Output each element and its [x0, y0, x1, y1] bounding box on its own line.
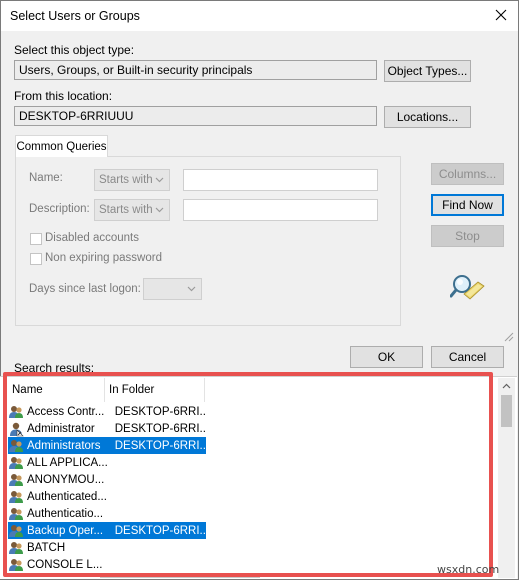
- cancel-button[interactable]: Cancel: [431, 346, 504, 368]
- result-name: ANONYMOU...: [27, 473, 105, 486]
- name-match-value: Starts with: [99, 174, 153, 186]
- result-folder: DESKTOP-6RRI...: [114, 405, 206, 418]
- group-icon: [8, 506, 24, 522]
- result-folder: DESKTOP-6RRI...: [114, 422, 206, 435]
- days-since-logon-label: Days since last logon:: [29, 283, 141, 295]
- user-icon: [8, 421, 24, 437]
- result-name: Administrator: [27, 422, 95, 435]
- disabled-accounts-label: Disabled accounts: [45, 232, 139, 244]
- non-expiring-label: Non expiring password: [45, 252, 162, 264]
- scroll-up-icon[interactable]: [502, 383, 511, 389]
- resize-grip-icon[interactable]: [502, 330, 514, 342]
- object-type-label: Select this object type:: [14, 43, 135, 57]
- result-folder: DESKTOP-6RRI...: [114, 439, 206, 452]
- non-expiring-checkbox[interactable]: [30, 253, 42, 265]
- columns-button[interactable]: Columns...: [431, 163, 504, 185]
- close-icon: [495, 9, 507, 21]
- group-icon: [8, 404, 24, 420]
- location-label: From this location:: [14, 89, 113, 103]
- result-name: Authenticatio...: [27, 507, 104, 520]
- result-folder: DESKTOP-6RRI...: [114, 524, 206, 537]
- group-icon: [8, 438, 24, 454]
- column-header-in-folder[interactable]: In Folder: [105, 378, 205, 402]
- scrollbar-thumb[interactable]: [501, 395, 512, 427]
- name-input[interactable]: [183, 169, 378, 191]
- description-match-value: Starts with: [99, 204, 153, 216]
- description-label: Description:: [29, 203, 90, 215]
- group-icon: [8, 540, 24, 556]
- chevron-down-icon: [155, 207, 164, 213]
- result-row[interactable]: Administrator DESKTOP-6RRI...: [8, 420, 206, 437]
- horizontal-scrollbar-thumb[interactable]: [100, 576, 260, 578]
- result-row[interactable]: Authenticatio...: [8, 505, 206, 522]
- search-results-label: Search results:: [14, 361, 95, 375]
- description-match-dropdown[interactable]: Starts with: [94, 199, 170, 221]
- chevron-down-icon: [155, 177, 164, 183]
- result-row[interactable]: Authenticated...: [8, 488, 206, 505]
- chevron-down-icon: [187, 286, 196, 292]
- disabled-accounts-checkbox[interactable]: [30, 233, 42, 245]
- result-name: Authenticated...: [27, 490, 107, 503]
- description-input[interactable]: [183, 199, 378, 221]
- result-row[interactable]: ANONYMOU...: [8, 471, 206, 488]
- result-name: CONSOLE L...: [27, 558, 103, 571]
- result-name: ALL APPLICA...: [27, 456, 107, 469]
- days-since-logon-dropdown[interactable]: [143, 278, 202, 300]
- locations-button[interactable]: Locations...: [384, 106, 471, 128]
- stop-button[interactable]: Stop: [431, 225, 504, 247]
- ok-button[interactable]: OK: [350, 346, 423, 368]
- close-button[interactable]: [487, 2, 515, 28]
- group-icon: [8, 557, 24, 573]
- find-now-button[interactable]: Find Now: [431, 194, 504, 216]
- result-row[interactable]: Access Contr... DESKTOP-6RRI...: [8, 403, 206, 420]
- group-icon: [8, 489, 24, 505]
- result-name: BATCH: [27, 541, 66, 554]
- result-row[interactable]: BATCH: [8, 539, 206, 556]
- result-row[interactable]: ALL APPLICA...: [8, 454, 206, 471]
- name-match-dropdown[interactable]: Starts with: [94, 169, 170, 191]
- result-name: Administrators: [27, 439, 101, 452]
- name-label: Name:: [29, 172, 63, 184]
- group-icon: [8, 472, 24, 488]
- object-type-field: Users, Groups, or Built-in security prin…: [14, 60, 377, 80]
- group-icon: [8, 523, 24, 539]
- group-icon: [8, 455, 24, 471]
- result-row[interactable]: Backup Oper... DESKTOP-6RRI...: [8, 522, 206, 539]
- location-field: DESKTOP-6RRIUUU: [14, 106, 377, 126]
- result-row[interactable]: CONSOLE L...: [8, 556, 206, 573]
- column-header-name[interactable]: Name: [8, 378, 105, 402]
- window-title: Select Users or Groups: [10, 9, 140, 23]
- result-name: Access Contr...: [27, 405, 105, 418]
- result-name: Backup Oper...: [27, 524, 104, 537]
- result-row[interactable]: Administrators DESKTOP-6RRI...: [8, 437, 206, 454]
- object-types-button[interactable]: Object Types...: [384, 60, 471, 82]
- search-animation-icon: [449, 272, 486, 302]
- tab-common-queries[interactable]: Common Queries: [15, 135, 108, 157]
- results-scrollbar[interactable]: [498, 378, 515, 578]
- watermark: wsxdn.com: [437, 563, 500, 576]
